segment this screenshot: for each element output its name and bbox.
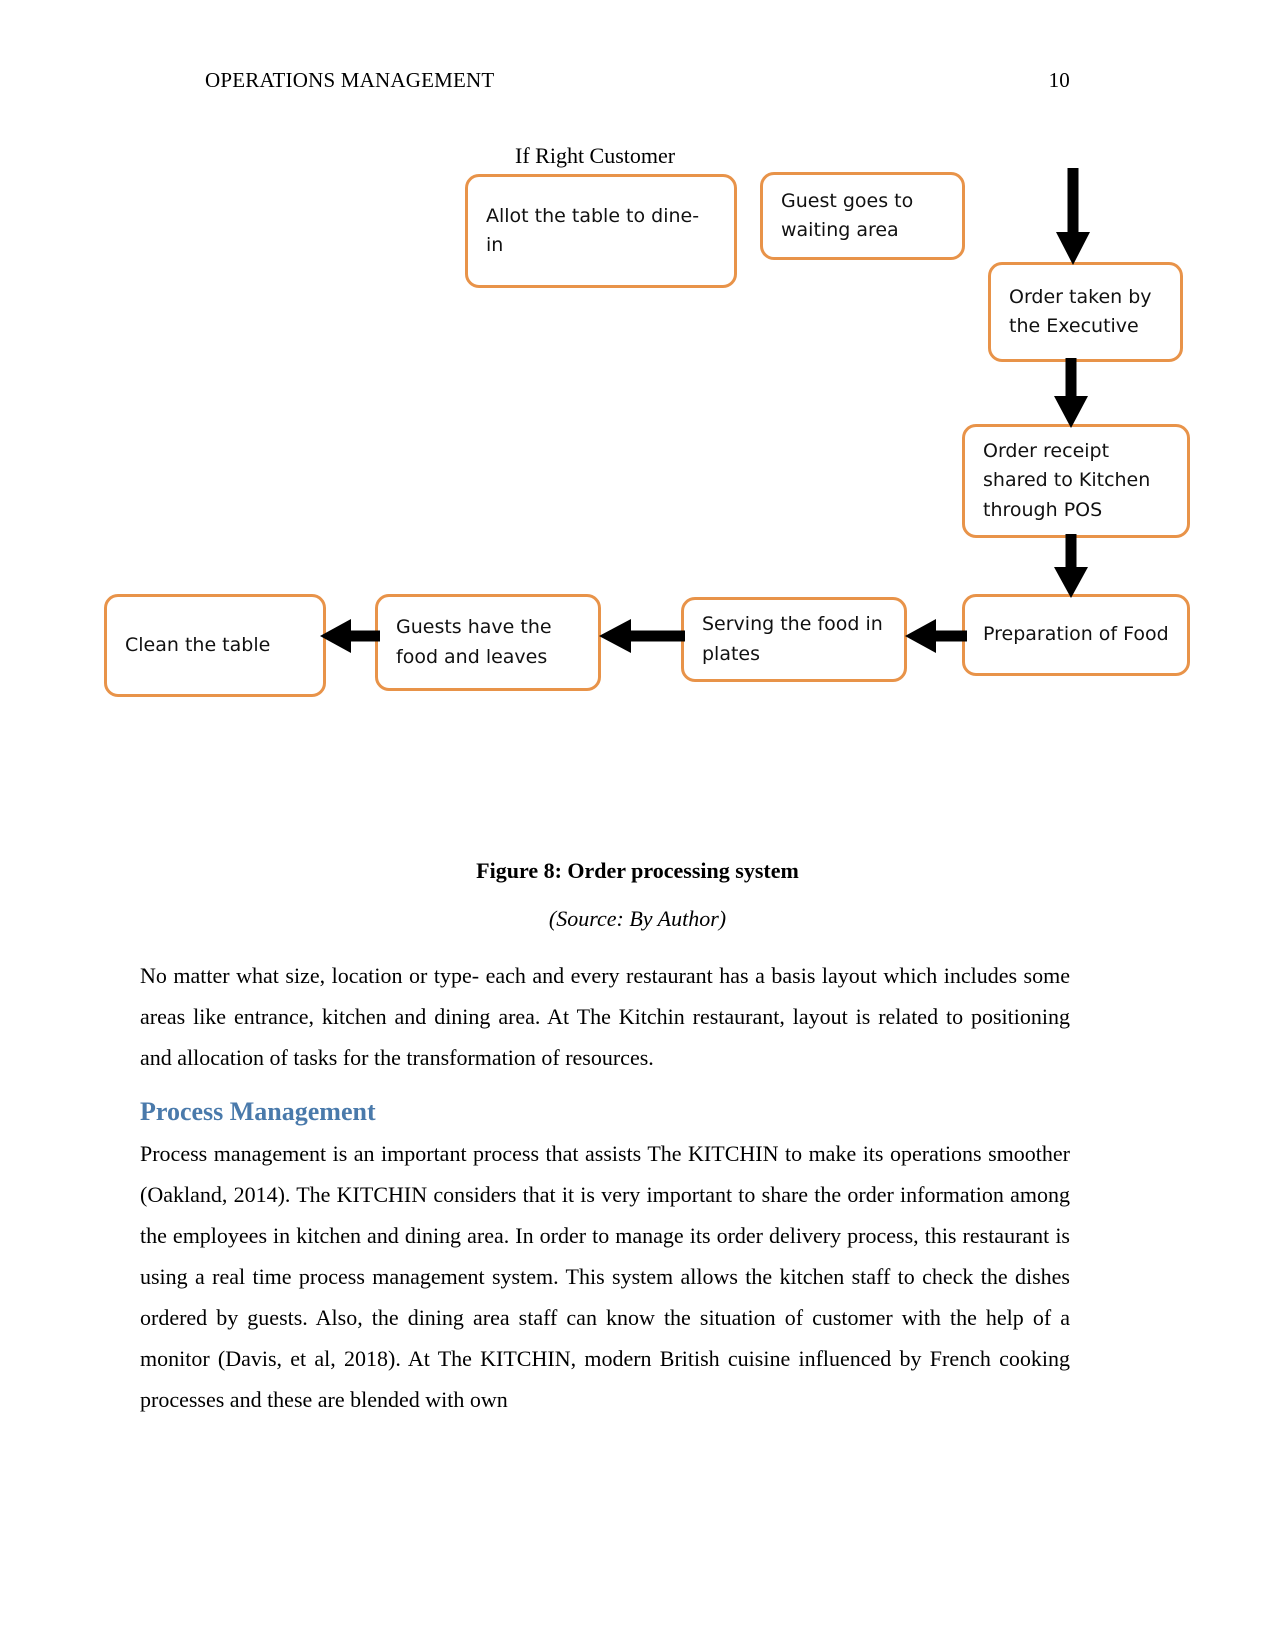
- body-paragraph-1: No matter what size, location or type- e…: [140, 963, 1070, 1070]
- arrow-left-to-serving: [903, 615, 967, 657]
- flowchart-box-order-receipt-pos: Order receipt shared to Kitchen through …: [962, 424, 1190, 538]
- arrow-left-to-guests: [597, 615, 685, 657]
- figure-source: (Source: By Author): [548, 906, 727, 931]
- flowchart-box-order-taken: Order taken by the Executive: [988, 262, 1183, 362]
- figure-caption: Figure 8: Order processing system: [476, 858, 799, 883]
- flowchart-box-preparation-of-food: Preparation of Food: [962, 594, 1190, 676]
- arrow-down-to-order-taken: [1052, 168, 1094, 268]
- flowchart-figure: If Right Customer Allot the table to din…: [0, 0, 1275, 820]
- arrow-down-to-order-receipt: [1050, 358, 1092, 430]
- flowchart-box-clean-the-table: Clean the table: [104, 594, 326, 697]
- body-paragraph-2: Process management is an important proce…: [140, 1141, 1070, 1412]
- flowchart-box-guest-waiting-area: Guest goes to waiting area: [760, 172, 965, 260]
- heading-process-management: Process Management: [140, 1097, 376, 1126]
- arrow-down-to-preparation: [1050, 534, 1092, 600]
- flowchart-box-serving-food: Serving the food in plates: [681, 597, 907, 682]
- flowchart-label-if-right-customer: If Right Customer: [515, 143, 676, 168]
- arrow-left-to-clean-table: [318, 615, 380, 657]
- flowchart-box-guests-have-food: Guests have the food and leaves: [375, 594, 601, 691]
- flowchart-box-allot-table: Allot the table to dine-in: [465, 174, 737, 288]
- document-page: OPERATIONS MANAGEMENT 10 If Right Custom…: [0, 0, 1275, 1650]
